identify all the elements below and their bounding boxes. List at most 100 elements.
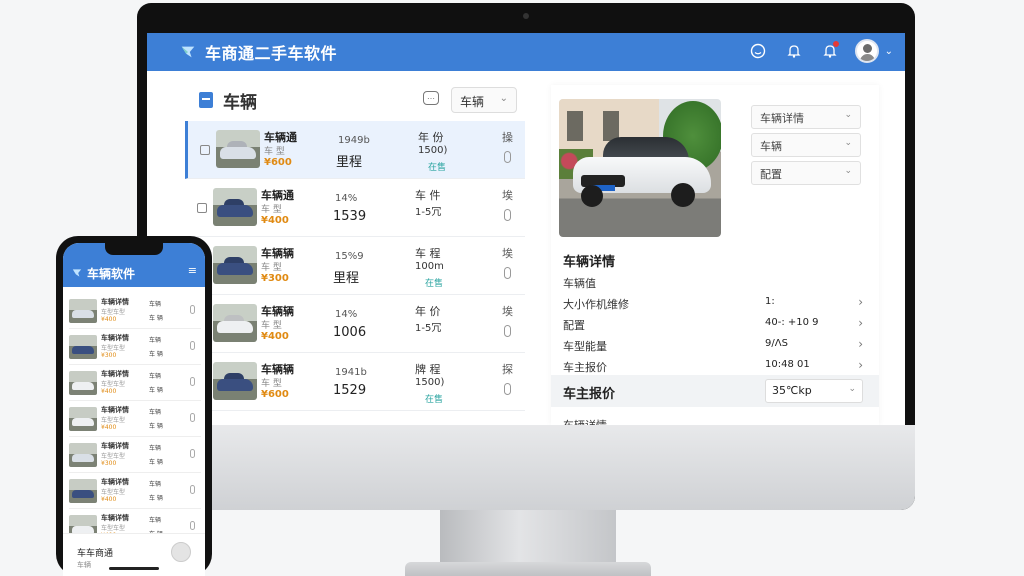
vehicle-price: ¥400 [101, 424, 117, 431]
attachment-icon[interactable] [190, 377, 195, 386]
select-value: 车辆 [760, 140, 782, 153]
detail-key: 大小作机维修 [563, 298, 629, 311]
vehicle-row[interactable]: 车辆辆 车 型 ¥400 14% 1006 年 价 1-5冗 埃 [185, 295, 525, 353]
vehicle-mileage: 里程 [333, 271, 360, 286]
vehicle-spec: 车辆 [149, 445, 162, 452]
footer-avatar[interactable] [171, 542, 191, 562]
phone-vehicle-row[interactable]: 车辆详情 车型车型 ¥400 车辆 车 辆 [69, 365, 201, 401]
row-checkbox[interactable] [200, 145, 210, 155]
vehicle-spec: 车辆 [149, 517, 162, 524]
vehicle-mileage: 1539 [333, 209, 367, 224]
vehicle-price: ¥300 [101, 460, 117, 467]
attachment-icon[interactable] [190, 413, 195, 422]
detail-row[interactable]: 配置 40-: +10 9 › [563, 316, 871, 337]
vehicle-row[interactable]: 车辆辆 车 型 ¥300 15%9 里程 车 程 100m 在售 埃 [185, 237, 525, 295]
vehicle-attr: 车 辆 [149, 351, 163, 358]
chat-icon[interactable]: … [423, 91, 439, 105]
bell-icon[interactable] [783, 40, 805, 62]
detail-section-label: 车辆详情 [563, 417, 607, 425]
vehicle-name: 车辆详情 [101, 478, 129, 486]
vehicle-model: 车型车型 [101, 453, 126, 460]
vehicle-row[interactable]: 车辆辆 车 型 ¥600 1941b 1529 牌 程 1500) 在售 探 [185, 353, 525, 411]
chevron-right-icon[interactable]: › [858, 358, 863, 372]
user-avatar[interactable] [854, 39, 879, 63]
detail-value: 40-: +10 9 [765, 317, 819, 328]
phone-vehicle-row[interactable]: 车辆详情 车型车型 ¥300 车辆 车 辆 [69, 329, 201, 365]
vehicle-name: 车辆详情 [101, 298, 129, 306]
vehicle-row[interactable]: 车辆通 车 型 ¥600 1949b 里程 年 份 1500) 在售 操 [185, 121, 525, 179]
vehicle-attr-value: 1-5冗 [415, 207, 442, 218]
menu-icon[interactable]: ≡ [188, 264, 197, 277]
chevron-right-icon[interactable]: › [858, 337, 863, 351]
detail-key: 车辆值 [563, 277, 596, 290]
row-action[interactable]: 埃 [502, 245, 513, 261]
vehicle-spec: 1949b [338, 135, 370, 146]
phone-vehicle-list: 车辆详情 车型车型 ¥400 车辆 车 辆 车辆详情 车型车型 ¥300 车辆 … [69, 293, 201, 545]
vehicle-name: 车辆辆 [261, 305, 294, 318]
phone-vehicle-row[interactable]: 车辆详情 车型车型 ¥300 车辆 车 辆 [69, 437, 201, 473]
smile-icon[interactable] [747, 40, 769, 62]
vehicle-filter-select[interactable]: 车辆 ⌄ [451, 87, 517, 113]
vehicle-attr: 车 辆 [149, 387, 163, 394]
row-action[interactable]: 探 [502, 361, 513, 377]
vehicle-name: 车辆详情 [101, 442, 129, 450]
phone-screen: 车辆软件 ≡ 车辆详情 车型车型 ¥400 车辆 车 辆 车辆详情 车型车型 ¥… [63, 243, 205, 576]
vehicle-model: 车 型 [261, 321, 282, 331]
vehicle-row[interactable]: 车辆通 车 型 ¥400 14% 1539 车 件 1-5冗 埃 [185, 179, 525, 237]
attachment-icon[interactable] [504, 267, 511, 279]
vehicle-price: ¥400 [101, 316, 117, 323]
owner-price-input[interactable]: 35℃kp ⌄ [765, 379, 863, 403]
row-action[interactable]: 埃 [502, 303, 513, 319]
attachment-icon[interactable] [504, 209, 511, 221]
vehicle-status: 在售 [425, 279, 444, 289]
footer-sub: 车辆 [77, 561, 91, 569]
attachment-icon[interactable] [504, 383, 511, 395]
row-checkbox[interactable] [197, 203, 207, 213]
phone-vehicle-row[interactable]: 车辆详情 车型车型 ¥400 车辆 车 辆 [69, 473, 201, 509]
detail-select-3[interactable]: 配置 ⌄ [751, 161, 861, 185]
vehicle-thumbnail [213, 304, 257, 342]
vehicle-spec: 车辆 [149, 373, 162, 380]
attachment-icon[interactable] [190, 521, 195, 530]
attachment-icon[interactable] [190, 485, 195, 494]
vehicle-attr-value: 100m [415, 261, 444, 272]
vehicle-spec: 14% [335, 193, 358, 204]
detail-select-1[interactable]: 车辆详情 ⌄ [751, 105, 861, 129]
phone-vehicle-row[interactable]: 车辆详情 车型车型 ¥400 车辆 车 辆 [69, 293, 201, 329]
detail-row: 车辆值 [563, 275, 871, 295]
chevron-right-icon[interactable]: › [858, 295, 863, 309]
vehicle-price: ¥400 [101, 496, 117, 503]
chevron-down-icon: ⌄ [499, 93, 508, 104]
phone-title: 车辆软件 [87, 267, 136, 281]
row-action[interactable]: 操 [502, 129, 513, 145]
vehicle-spec: 车辆 [149, 481, 162, 488]
desktop-screen: 车商通二手车软件 ⌄ 车辆 … 车辆 ⌄ 车辆通 车 型 ¥600 1949b … [147, 33, 905, 425]
vehicle-attr: 车 辆 [149, 315, 163, 322]
attachment-icon[interactable] [504, 325, 511, 337]
vehicle-thumbnail [216, 130, 260, 168]
attachment-icon[interactable] [190, 449, 195, 458]
chevron-right-icon[interactable]: › [858, 316, 863, 330]
owner-price-label: 车主报价 [563, 387, 616, 402]
detail-row[interactable]: 车型能量 9/ΛS › [563, 337, 871, 358]
detail-row[interactable]: 大小作机维修 1: › [563, 295, 871, 316]
chevron-down-icon: ⌄ [844, 166, 852, 176]
vehicle-model: 车型车型 [101, 489, 126, 496]
vehicle-thumbnail [213, 246, 257, 284]
vehicle-model: 车型车型 [101, 345, 126, 352]
row-action[interactable]: 埃 [502, 187, 513, 203]
attachment-icon[interactable] [504, 151, 511, 163]
chevron-down-icon: ⌄ [844, 138, 852, 148]
owner-price-row: 车主报价 35℃kp ⌄ [551, 375, 879, 407]
notification-bell-icon[interactable] [819, 40, 841, 62]
attachment-icon[interactable] [190, 341, 195, 350]
phone-vehicle-row[interactable]: 车辆详情 车型车型 ¥400 车辆 车 辆 [69, 401, 201, 437]
chevron-down-icon[interactable]: ⌄ [885, 46, 893, 57]
detail-select-2[interactable]: 车辆 ⌄ [751, 133, 861, 157]
vehicle-status: 在售 [425, 395, 444, 405]
attachment-icon[interactable] [190, 305, 195, 314]
vehicle-attr: 车 辆 [149, 495, 163, 502]
vehicle-price: ¥400 [101, 388, 117, 395]
vehicle-photo[interactable] [559, 99, 721, 237]
vehicle-attr: 牌 程 [415, 363, 441, 376]
